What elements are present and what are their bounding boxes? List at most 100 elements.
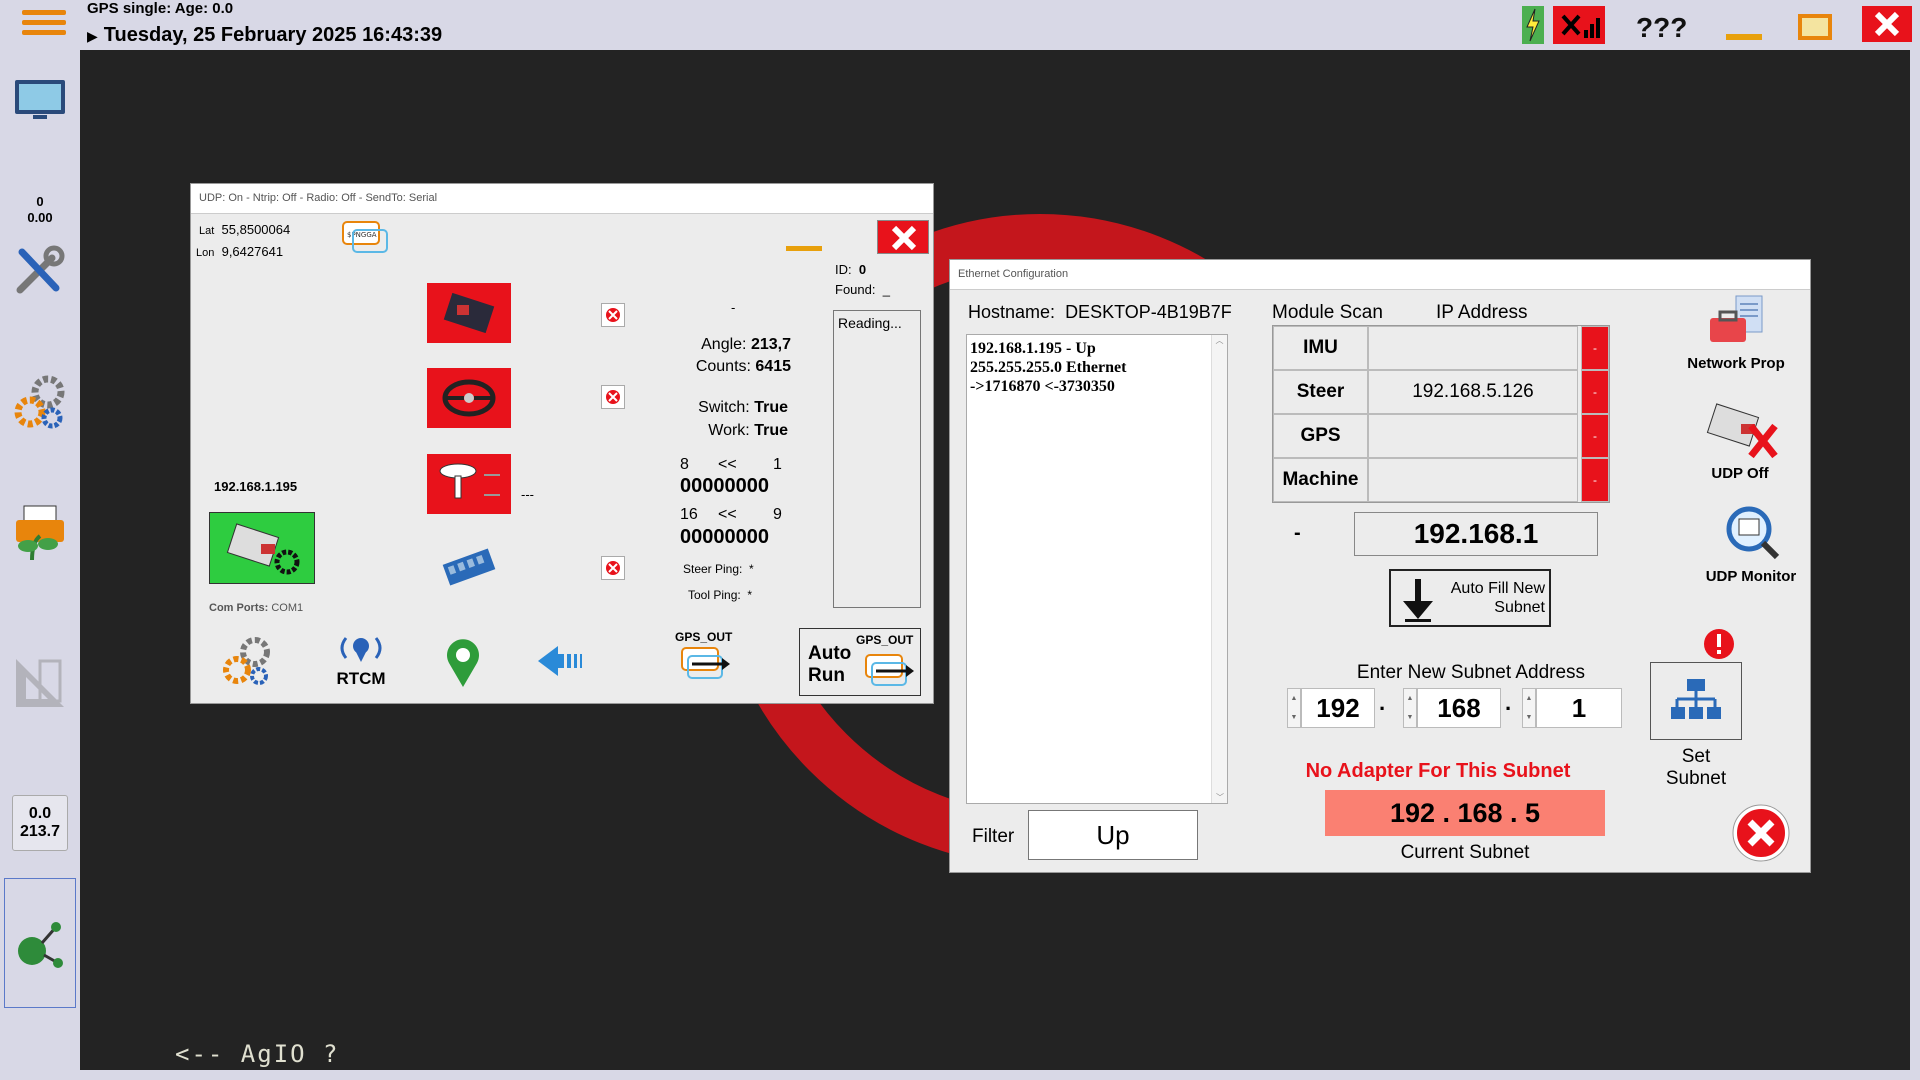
close-circle-icon [1732, 804, 1790, 862]
steer-close-button[interactable] [601, 385, 625, 409]
udp-monitor-button[interactable]: UDP Monitor [1696, 503, 1806, 585]
module-name-gps: GPS [1273, 414, 1368, 458]
enter-subnet-label: Enter New Subnet Address [1356, 662, 1586, 683]
module-ip-steer: 192.168.5.126 [1368, 370, 1578, 414]
agio-button[interactable] [4, 878, 76, 1008]
nmea-icon-button[interactable]: $PNGGA [341, 220, 389, 263]
udp-off-button[interactable]: UDP Off [1690, 400, 1790, 482]
back-arrow-button[interactable] [536, 642, 588, 685]
ethernet-gear-icon [226, 523, 300, 575]
settings-button[interactable] [8, 370, 72, 434]
module-ip-imu [1368, 326, 1578, 370]
ethernet-off-icon [1706, 403, 1778, 459]
field-button[interactable] [8, 500, 72, 566]
network-prop-button[interactable]: Network Prop [1686, 294, 1786, 372]
machine-module-button[interactable] [441, 542, 497, 597]
log-scrollbar[interactable]: ︿ ﹀ [1211, 335, 1227, 803]
gears-icon [223, 637, 270, 685]
readout-box[interactable]: 0.0 213.7 [12, 795, 68, 851]
close-icon [606, 308, 620, 322]
module-ip-gps [1368, 414, 1578, 458]
agio-minimize-button[interactable] [786, 246, 822, 251]
filter-button[interactable]: Up [1028, 810, 1198, 860]
left-sidebar: 0 0.00 0.0 213.7 [0, 50, 80, 1080]
network-toolbox-icon [1710, 295, 1763, 342]
monitor-icon [15, 80, 65, 119]
gps-status: GPS single: Age: 0.0 [87, 0, 234, 17]
minimize-button[interactable] [1726, 6, 1764, 44]
reading-box: Reading... [833, 310, 921, 608]
octet3-spinner[interactable]: ▲ ▼ [1522, 688, 1536, 728]
id-row: ID: 0 [835, 262, 867, 277]
lon-value: 9,6427641 [221, 244, 284, 259]
module-table: IMU - Steer 192.168.5.126 - GPS - Machin… [1272, 325, 1610, 503]
arrow-left-icon [538, 646, 582, 676]
set-square-icon [16, 659, 64, 707]
switch-row: Switch: True [698, 399, 788, 416]
module-status-imu: - [1581, 326, 1609, 370]
maximize-button[interactable] [1798, 6, 1834, 44]
tools-button[interactable] [8, 240, 72, 300]
no-signal-icon[interactable] [1553, 6, 1605, 44]
rtcm-button[interactable]: RTCM [331, 634, 391, 689]
octet1-spinner[interactable]: ▲ ▼ [1287, 688, 1301, 728]
module-scan-label: Module Scan [1272, 302, 1383, 323]
ip-address-label: IP Address [1436, 302, 1528, 323]
tool-ping: Tool Ping: * [688, 588, 753, 602]
bits1-value: 00000000 [680, 475, 769, 497]
settings-gear-button[interactable] [219, 632, 277, 695]
lat-row: Lat 55,8500064 [199, 222, 291, 237]
octet3-input[interactable]: 1 [1536, 688, 1622, 728]
set-subnet-button[interactable] [1650, 662, 1742, 740]
expand-triangle-icon[interactable]: ▶ [87, 28, 98, 44]
ethernet-panel-title: Ethernet Configuration [950, 260, 1810, 290]
work-row: Work: True [708, 422, 788, 439]
ntrip-location-button[interactable] [443, 633, 483, 694]
octet2-spinner[interactable]: ▲ ▼ [1403, 688, 1417, 728]
speed-readout-bottom: 0.00 [27, 210, 53, 225]
menu-icon[interactable] [22, 10, 66, 42]
log-line: 192.168.1.195 - Up [970, 340, 1096, 357]
module-name-steer: Steer [1273, 370, 1368, 414]
auto-run-button[interactable]: Auto Run GPS_OUT [799, 628, 921, 696]
close-app-button[interactable] [1862, 6, 1912, 42]
readout-bottom: 213.7 [19, 823, 61, 840]
agio-hint[interactable]: <-- AgIO ? [175, 1040, 340, 1068]
gps-out-arrow-icon [680, 647, 730, 679]
network-tree-icon [1671, 679, 1721, 719]
ethernet-settings-button[interactable] [209, 512, 315, 584]
subnet-dash: - [1294, 522, 1301, 544]
module-status-steer: - [1581, 370, 1609, 414]
power-icon[interactable] [1522, 6, 1544, 44]
set-subnet-label: Set Subnet [1665, 746, 1727, 789]
ethernet-close-button[interactable] [1732, 804, 1790, 867]
help-button[interactable]: ??? [1636, 12, 1687, 50]
lat-value: 55,8500064 [221, 222, 291, 237]
close-icon [606, 561, 620, 575]
alert-icon [1703, 628, 1735, 665]
agio-panel: UDP: On - Ntrip: Off - Radio: Off - Send… [190, 183, 934, 704]
bits2-value: 00000000 [680, 526, 769, 548]
steer-module-button[interactable] [427, 368, 511, 428]
octet2-input[interactable]: 168 [1417, 688, 1501, 728]
counts-row: Counts: 6415 [695, 358, 791, 375]
hostname-row: Hostname: DESKTOP-4B19B7F [968, 302, 1232, 322]
octet1-input[interactable]: 192 [1301, 688, 1375, 728]
imu-close-button[interactable] [601, 303, 625, 327]
gps-out-button[interactable]: GPS_OUT [675, 630, 732, 691]
gps-module-button[interactable] [427, 454, 511, 514]
monitor-magnifier-icon [1726, 506, 1780, 560]
adapter-log[interactable]: 192.168.1.195 - Up 255.255.255.0 Etherne… [966, 334, 1228, 804]
svg-text:$PNGGA: $PNGGA [347, 231, 377, 239]
printer-plant-icon [16, 505, 64, 561]
machine-close-button[interactable] [601, 556, 625, 580]
guidance-button[interactable] [8, 650, 72, 716]
gears-icon [14, 375, 65, 429]
module-dash: - [731, 300, 736, 315]
display-button[interactable] [8, 75, 72, 125]
top-bar: GPS single: Age: 0.0 ▶ Tuesday, 25 Februa… [0, 0, 1920, 50]
imu-module-button[interactable] [427, 283, 511, 343]
auto-fill-button[interactable]: Auto Fill New Subnet [1389, 569, 1551, 627]
speed-readout-top: 0 [36, 194, 44, 209]
agio-close-button[interactable] [877, 220, 929, 254]
